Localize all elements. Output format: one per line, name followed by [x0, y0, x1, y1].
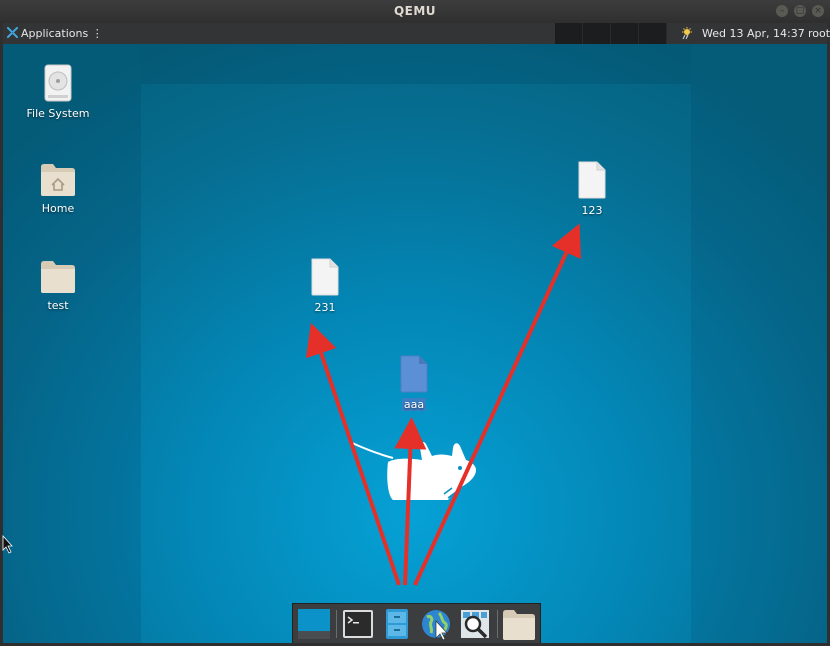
- workspace-4[interactable]: [639, 23, 667, 44]
- desktop-icon-file-system[interactable]: File System: [18, 64, 98, 121]
- desktop-icon-label: 231: [314, 301, 336, 314]
- desktop-icon-test[interactable]: test: [18, 258, 98, 313]
- qemu-window: QEMU – □ × Applications ⋮ Wed 13 Apr, 14…: [0, 0, 830, 646]
- applications-menu[interactable]: Applications ⋮: [5, 23, 103, 44]
- drive-icon: [44, 64, 72, 102]
- show-desktop-button[interactable]: [297, 607, 331, 641]
- desktop-icon-label: Home: [41, 202, 75, 215]
- folder-button[interactable]: [502, 607, 536, 641]
- terminal-button[interactable]: [341, 607, 375, 641]
- desktop-icon-label: 123: [581, 204, 603, 217]
- panel-clock[interactable]: Wed 13 Apr, 14:37: [702, 23, 805, 44]
- window-titlebar[interactable]: QEMU – □ ×: [0, 0, 830, 23]
- workspace-3[interactable]: [611, 23, 639, 44]
- xfce-mouse-logo: [349, 441, 476, 500]
- file-manager-button[interactable]: [380, 607, 414, 641]
- desktop-icon-home[interactable]: Home: [18, 161, 98, 216]
- applications-menu-indicator: ⋮: [91, 27, 103, 40]
- magnifier-icon: [461, 610, 489, 639]
- close-button[interactable]: ×: [812, 5, 824, 17]
- file-icon: [400, 355, 428, 393]
- maximize-button[interactable]: □: [794, 5, 806, 17]
- globe-icon: [422, 610, 450, 641]
- desktop[interactable]: File System Home test 231 123 aaa: [3, 44, 827, 643]
- file-icon: [311, 258, 339, 296]
- home-folder-icon: [41, 164, 75, 196]
- dock: [292, 603, 541, 643]
- panel-user[interactable]: root: [808, 23, 830, 44]
- desktop-icon-label: aaa: [401, 398, 427, 411]
- weather-icon[interactable]: [680, 26, 694, 40]
- desktop-icon: [298, 609, 330, 639]
- window-title: QEMU: [393, 4, 437, 18]
- workspace-1[interactable]: [555, 23, 583, 44]
- desktop-icon-aaa[interactable]: aaa: [374, 355, 454, 412]
- app-finder-button[interactable]: [458, 607, 492, 641]
- xfce-icon: [7, 27, 18, 38]
- desktop-icon-label: test: [47, 299, 69, 312]
- terminal-icon: [343, 610, 373, 638]
- folder-icon: [503, 610, 535, 640]
- top-panel: Applications ⋮ Wed 13 Apr, 14:37 root: [3, 23, 830, 45]
- desktop-icon-123[interactable]: 123: [552, 161, 632, 218]
- file-icon: [578, 161, 606, 199]
- workspace-2[interactable]: [583, 23, 611, 44]
- desktop-icon-231[interactable]: 231: [285, 258, 365, 315]
- minimize-button[interactable]: –: [776, 5, 788, 17]
- folder-icon: [41, 261, 75, 293]
- web-browser-button[interactable]: [419, 607, 453, 641]
- desktop-icon-label: File System: [26, 107, 90, 120]
- file-manager-icon: [386, 609, 408, 639]
- applications-label: Applications: [21, 27, 89, 40]
